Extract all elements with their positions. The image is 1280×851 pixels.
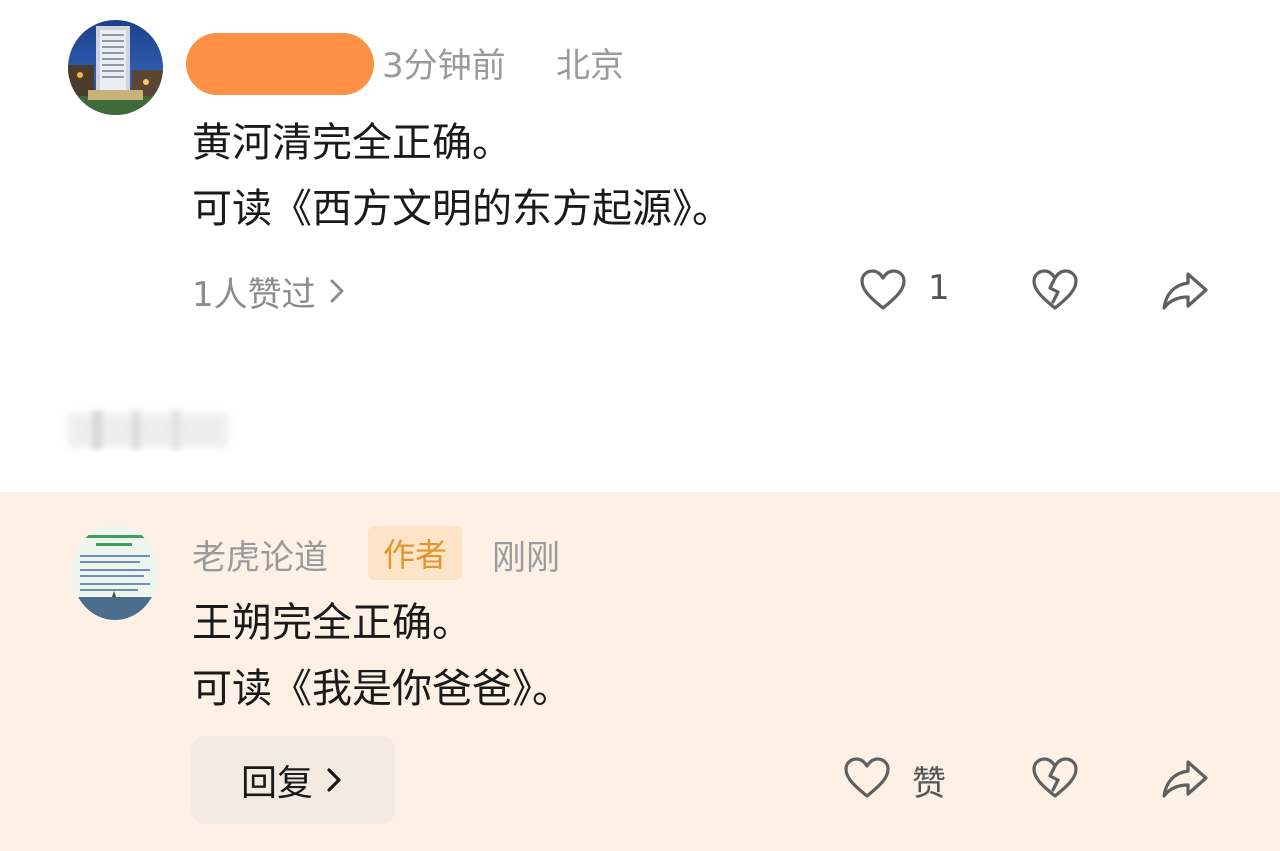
comment-line: 黄河清完全正确。	[192, 120, 512, 166]
blurred-placeholder	[62, 405, 232, 453]
likes-summary-link[interactable]: 1人赞过	[192, 268, 348, 315]
comment-body: 黄河清完全正确。 可读《西方文明的东方起源》。	[192, 110, 732, 242]
comment-location: 北京	[556, 46, 624, 86]
comment-time: 3分钟前	[382, 46, 506, 86]
reply-button-label: 回复	[240, 763, 313, 804]
reply-dislike-button[interactable]	[1028, 752, 1082, 806]
share-button[interactable]	[1158, 264, 1212, 318]
like-button[interactable]	[856, 264, 910, 318]
reply-line: 可读《我是你爸爸》。	[192, 666, 572, 712]
reply-body: 王朔完全正确。 可读《我是你爸爸》。	[192, 590, 572, 722]
chevron-right-icon	[323, 765, 345, 795]
commenter-avatar[interactable]	[68, 20, 163, 115]
reply-line: 王朔完全正确。	[192, 600, 472, 646]
reply-button[interactable]: 回复	[191, 736, 395, 824]
dislike-button[interactable]	[1028, 264, 1082, 318]
reply-like-label: 赞	[912, 764, 946, 804]
broken-heart-icon	[1032, 269, 1078, 310]
like-count: 1	[928, 268, 950, 308]
share-arrow-icon	[1162, 760, 1208, 798]
text-card-avatar-image	[72, 525, 158, 620]
broken-heart-icon	[1032, 757, 1078, 798]
reply-author-name[interactable]: 老虎论道	[192, 530, 328, 579]
comment-line: 可读《西方文明的东方起源》。	[192, 186, 732, 232]
heart-outline-icon	[860, 269, 906, 310]
share-arrow-icon	[1162, 272, 1208, 310]
likes-summary-text: 1人赞过	[192, 274, 316, 315]
reply-share-button[interactable]	[1158, 752, 1212, 806]
author-badge: 作者	[368, 526, 462, 580]
reply-time: 刚刚	[492, 538, 560, 578]
city-building-avatar-image	[68, 20, 163, 115]
reply-like-button[interactable]	[840, 752, 894, 806]
heart-outline-icon	[844, 757, 890, 798]
chevron-right-icon	[326, 276, 348, 306]
username-redaction	[186, 33, 374, 95]
author-avatar[interactable]	[72, 525, 158, 620]
author-badge-label: 作者	[382, 536, 447, 574]
